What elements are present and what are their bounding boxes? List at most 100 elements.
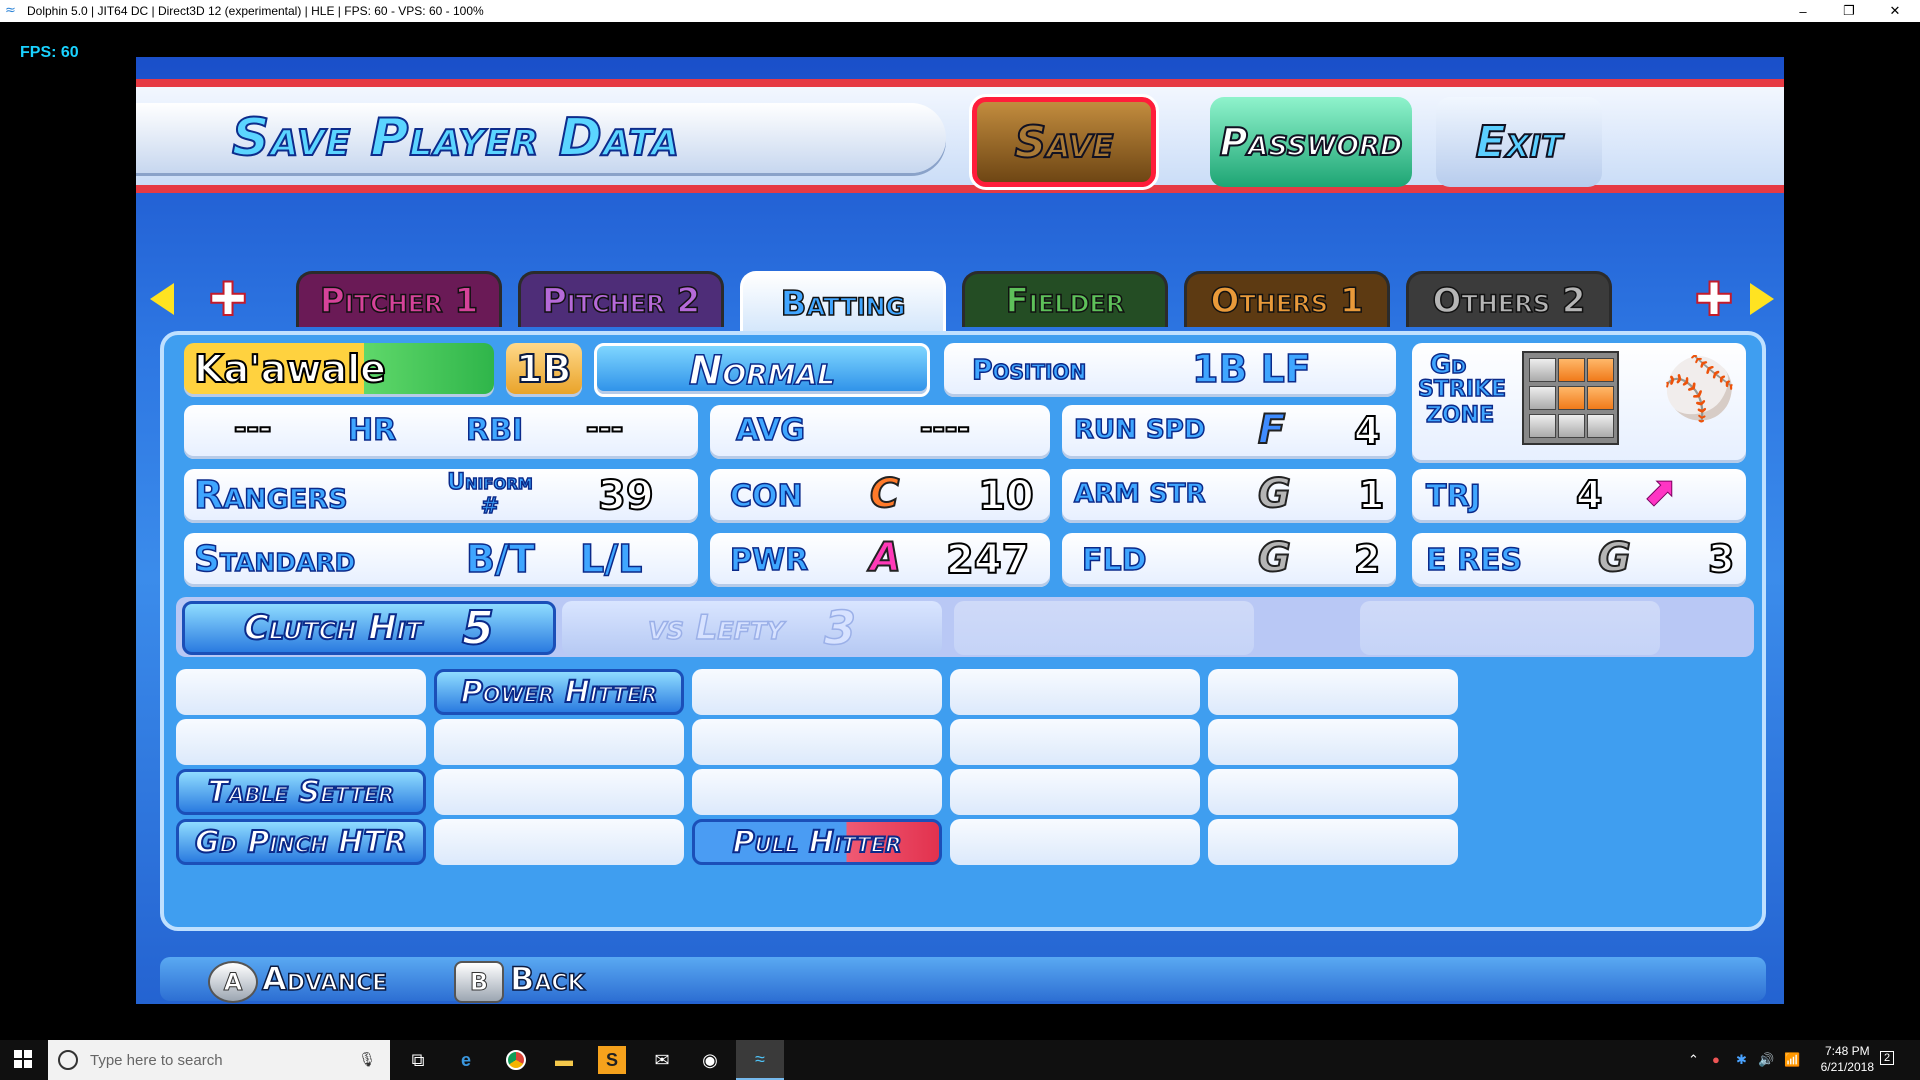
edge-icon[interactable]: e xyxy=(452,1046,480,1074)
tab-pitcher-1[interactable]: Pitcher 1 xyxy=(296,271,502,327)
skill-slot-empty[interactable] xyxy=(434,819,684,865)
skill-table-setter[interactable]: Table Setter xyxy=(176,769,426,815)
search-placeholder: Type here to search xyxy=(90,1051,223,1069)
power-grade: A xyxy=(869,534,902,582)
b-button-icon: B xyxy=(454,961,504,1003)
arm-strength-label: ARM STR xyxy=(1073,478,1206,510)
password-button[interactable]: Password xyxy=(1210,97,1412,187)
batting-style: Standard xyxy=(193,538,356,581)
strike-zone-label-1: Gd xyxy=(1429,350,1467,380)
player-name-box: Ka'awale xyxy=(184,343,494,397)
skill-slot-empty[interactable] xyxy=(176,669,426,715)
skill-slot-empty[interactable] xyxy=(950,769,1200,815)
contact-grade: C xyxy=(869,470,900,518)
tab-fielder[interactable]: Fielder xyxy=(962,271,1168,327)
skill-slot-empty[interactable] xyxy=(950,819,1200,865)
hr-value: --- xyxy=(233,410,272,447)
window-title-bar[interactable]: ≈ Dolphin 5.0 | JIT64 DC | Direct3D 12 (… xyxy=(0,0,1920,22)
clock-time: 7:48 PM xyxy=(1824,1044,1870,1058)
uniform-number: 39 xyxy=(597,472,655,520)
skill-slot-empty[interactable] xyxy=(1208,719,1458,765)
team-name: Rangers xyxy=(193,472,348,518)
skill-slot-empty[interactable] xyxy=(950,719,1200,765)
skill-slot-empty[interactable] xyxy=(692,719,942,765)
skill-label: Gd Pinch HTR xyxy=(194,824,408,861)
restore-button[interactable]: ❐ xyxy=(1826,0,1872,22)
dolphin-taskbar-icon[interactable]: ≈ xyxy=(736,1040,784,1080)
tab-others-2[interactable]: Others 2 xyxy=(1406,271,1612,327)
skill-slot-empty[interactable] xyxy=(434,719,684,765)
positions-value: 1B LF xyxy=(1191,346,1311,392)
tab-left-arrow-icon[interactable] xyxy=(150,283,174,315)
close-button[interactable]: ✕ xyxy=(1872,0,1918,22)
taskbar-clock[interactable]: 7:48 PM 6/21/2018 xyxy=(1821,1043,1874,1075)
skill-slot-empty[interactable] xyxy=(434,769,684,815)
skill-gd-pinch-htr[interactable]: Gd Pinch HTR xyxy=(176,819,426,865)
tab-batting[interactable]: Batting xyxy=(740,271,946,333)
back-label[interactable]: Back xyxy=(509,959,585,999)
skill-slot-empty[interactable] xyxy=(176,719,426,765)
form-label: Normal xyxy=(688,347,836,395)
skill-slot-empty[interactable] xyxy=(954,601,1254,655)
error-resistance-label: E RES xyxy=(1425,542,1523,579)
tray-app-icon[interactable]: ● xyxy=(1712,1052,1720,1067)
dolphin-logo-icon: ≈ xyxy=(5,3,16,18)
rbi-label: RBI xyxy=(465,412,524,449)
cortana-icon xyxy=(58,1050,78,1070)
header-stripe-top xyxy=(136,79,1784,87)
volume-icon[interactable]: 🔊 xyxy=(1758,1052,1774,1068)
taskbar: Type here to search 🎙 ⧉ e ▬ S ✉ ◉ ≈ ⌃ ● … xyxy=(0,1040,1920,1080)
skill-clutch-hit-level: 5 xyxy=(461,600,495,656)
sublime-text-icon[interactable]: S xyxy=(598,1046,626,1074)
advance-label[interactable]: Advance xyxy=(261,959,388,999)
skill-slot-empty[interactable] xyxy=(1360,601,1660,655)
skill-slot-empty[interactable] xyxy=(1208,769,1458,815)
skill-power-hitter[interactable]: Power Hitter xyxy=(434,669,684,715)
position-badge: 1B xyxy=(506,343,582,397)
chrome-icon[interactable] xyxy=(502,1046,530,1074)
skill-slot-empty[interactable] xyxy=(1208,819,1458,865)
skill-slot-empty[interactable] xyxy=(1208,669,1458,715)
dpad-left-icon: ✚ xyxy=(208,272,249,326)
save-button[interactable]: Save xyxy=(969,94,1159,190)
strike-zone-cell xyxy=(1529,386,1556,410)
strike-zone-cell xyxy=(1587,386,1614,410)
microphone-icon[interactable]: 🎙 xyxy=(358,1052,376,1068)
skill-slot-empty[interactable] xyxy=(692,669,942,715)
trajectory-value: 4 xyxy=(1575,472,1603,518)
taskbar-search[interactable]: Type here to search 🎙 xyxy=(48,1040,390,1080)
arm-strength-grade: G xyxy=(1257,470,1292,518)
exit-button[interactable]: Exit xyxy=(1436,97,1602,187)
skill-clutch-hit[interactable]: Clutch Hit 5 xyxy=(182,600,556,656)
skill-slot-empty[interactable] xyxy=(692,769,942,815)
tab-pitcher-2[interactable]: Pitcher 2 xyxy=(518,271,724,327)
strike-zone-cell xyxy=(1587,414,1614,438)
dpad-right-icon: ✚ xyxy=(1694,272,1735,326)
network-icon[interactable]: 📶 xyxy=(1784,1052,1800,1068)
strike-zone-label-2: STRIKE xyxy=(1417,377,1507,402)
tray-expand-icon[interactable]: ⌃ xyxy=(1688,1052,1699,1068)
clock-date: 6/21/2018 xyxy=(1820,1060,1874,1074)
rbi-value: --- xyxy=(585,410,624,447)
strike-zone-cell xyxy=(1558,414,1585,438)
task-view-icon[interactable]: ⧉ xyxy=(404,1046,432,1074)
notifications-icon[interactable]: 2 xyxy=(1880,1051,1895,1065)
windows-start-icon[interactable] xyxy=(14,1050,32,1068)
mail-icon[interactable]: ✉ xyxy=(648,1046,676,1074)
skill-slot-empty[interactable] xyxy=(950,669,1200,715)
contact-box: CON C 10 xyxy=(710,469,1050,523)
obs-icon[interactable]: ◉ xyxy=(696,1046,724,1074)
batting-panel: Ka'awale 1B Normal Position 1B LF Gd STR… xyxy=(160,331,1766,931)
minimize-button[interactable]: – xyxy=(1780,0,1826,22)
bluetooth-icon[interactable]: ✱ xyxy=(1736,1052,1747,1068)
strike-zone-cell xyxy=(1558,358,1585,382)
file-explorer-icon[interactable]: ▬ xyxy=(550,1046,578,1074)
avg-value: ---- xyxy=(919,410,971,447)
hr-label: HR xyxy=(347,412,397,449)
skill-vs-lefty[interactable]: vs Lefty 3 xyxy=(562,600,942,656)
error-resistance-box: E RES G 3 xyxy=(1412,533,1746,587)
tab-others-1[interactable]: Others 1 xyxy=(1184,271,1390,327)
tab-right-arrow-icon[interactable] xyxy=(1750,283,1774,315)
fielding-value: 2 xyxy=(1353,536,1381,582)
skill-pull-hitter[interactable]: Pull Hitter xyxy=(692,819,942,865)
